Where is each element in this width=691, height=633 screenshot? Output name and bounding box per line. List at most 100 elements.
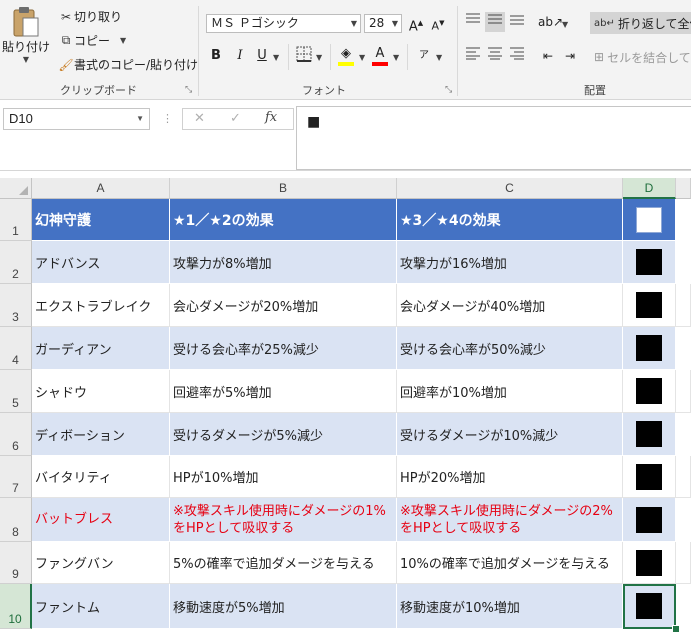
italic-button[interactable]: I: [230, 46, 250, 66]
cell-e[interactable]: [676, 498, 691, 542]
cell-b[interactable]: ★1／★2の効果: [170, 199, 397, 241]
cell-d[interactable]: [623, 241, 676, 284]
cell-e[interactable]: [676, 370, 691, 413]
fill-handle[interactable]: [672, 625, 680, 633]
cell-d[interactable]: [623, 199, 676, 241]
cell-e[interactable]: [676, 199, 691, 241]
chevron-down-icon[interactable]: ▼: [436, 53, 442, 62]
cell-b[interactable]: 会心ダメージが20%増加: [170, 284, 397, 327]
cell-a[interactable]: ガーディアン: [32, 327, 170, 370]
row-header[interactable]: 2: [0, 241, 32, 284]
align-top-button[interactable]: [463, 12, 483, 32]
formula-input[interactable]: ■: [296, 106, 691, 170]
row-header[interactable]: 10: [0, 584, 32, 629]
chevron-down-icon[interactable]: ▼: [316, 53, 322, 62]
cell-a[interactable]: ディボーション: [32, 413, 170, 456]
cell-b[interactable]: ※攻撃スキル使用時にダメージの1%をHPとして吸収する: [170, 498, 397, 542]
cancel-icon[interactable]: ✕: [194, 111, 205, 126]
cut-button[interactable]: ✂ 切り取り: [58, 8, 122, 25]
cell-b[interactable]: 5%の確率で追加ダメージを与える: [170, 542, 397, 584]
merge-center-button[interactable]: ⊞ セルを結合して中: [590, 46, 691, 68]
dialog-launcher-icon[interactable]: ⤡: [445, 85, 452, 95]
font-size-combo[interactable]: 28 ▼: [364, 14, 402, 33]
border-button[interactable]: [294, 46, 314, 66]
decrease-indent-button[interactable]: ⇤: [538, 46, 558, 66]
cell-c[interactable]: 移動速度が10%増加: [397, 584, 623, 629]
cell-c[interactable]: 10%の確率で追加ダメージを与える: [397, 542, 623, 584]
shrink-font-button[interactable]: A▼: [428, 13, 448, 33]
chevron-down-icon[interactable]: ▼: [393, 53, 399, 62]
grow-font-button[interactable]: A▲: [406, 13, 426, 34]
underline-button[interactable]: U: [252, 46, 272, 66]
cell-e[interactable]: [676, 413, 691, 456]
cell-c[interactable]: ★3／★4の効果: [397, 199, 623, 241]
orientation-button[interactable]: ab↗: [538, 12, 563, 32]
align-right-button[interactable]: [507, 46, 527, 66]
chevron-down-icon[interactable]: ▼: [562, 20, 568, 29]
chevron-down-icon[interactable]: ▼: [359, 53, 365, 62]
font-name-combo[interactable]: ＭＳ Ｐゴシック ▼: [206, 14, 361, 33]
row-header[interactable]: 6: [0, 413, 32, 456]
name-box[interactable]: D10 ▼: [3, 108, 150, 130]
column-header-b[interactable]: B: [170, 178, 397, 199]
row-header[interactable]: 8: [0, 498, 32, 542]
font-color-button[interactable]: A: [370, 44, 390, 66]
cell-e[interactable]: [676, 456, 691, 498]
more-options-icon[interactable]: ⋮: [162, 112, 173, 125]
cell-e[interactable]: [676, 284, 691, 327]
cell-d[interactable]: [623, 456, 676, 498]
column-header-a[interactable]: A: [32, 178, 170, 199]
cell-a[interactable]: エクストラブレイク: [32, 284, 170, 327]
row-header[interactable]: 5: [0, 370, 32, 413]
row-header[interactable]: 3: [0, 284, 32, 327]
cell-d[interactable]: [623, 413, 676, 456]
cell-c[interactable]: 受ける会心率が50%減少: [397, 327, 623, 370]
cell-c[interactable]: 回避率が10%増加: [397, 370, 623, 413]
align-middle-button[interactable]: [485, 12, 505, 32]
cell-b[interactable]: 攻撃力が8%増加: [170, 241, 397, 284]
row-header[interactable]: 9: [0, 542, 32, 584]
cell-d[interactable]: [623, 542, 676, 584]
paste-button[interactable]: 貼り付け ▼: [2, 6, 50, 72]
cell-e[interactable]: [676, 327, 691, 370]
increase-indent-button[interactable]: ⇥: [560, 46, 580, 66]
dialog-launcher-icon[interactable]: ⤡: [185, 85, 192, 95]
column-header-e[interactable]: [676, 178, 691, 199]
cell-c[interactable]: 会心ダメージが40%増加: [397, 284, 623, 327]
fill-color-button[interactable]: ◈: [336, 44, 356, 66]
select-all-button[interactable]: [0, 178, 32, 199]
cell-a[interactable]: バイタリティ: [32, 456, 170, 498]
row-header[interactable]: 4: [0, 327, 32, 370]
column-header-c[interactable]: C: [397, 178, 623, 199]
cell-a[interactable]: ファングバン: [32, 542, 170, 584]
enter-icon[interactable]: ✓: [230, 111, 241, 126]
cell-e[interactable]: [676, 241, 691, 284]
insert-function-icon[interactable]: fx: [265, 110, 277, 125]
cell-a[interactable]: アドバンス: [32, 241, 170, 284]
cell-d[interactable]: [623, 498, 676, 542]
row-header[interactable]: 7: [0, 456, 32, 498]
cell-a[interactable]: バットブレス: [32, 498, 170, 542]
cell-b[interactable]: HPが10%増加: [170, 456, 397, 498]
cell-d[interactable]: [623, 284, 676, 327]
wrap-text-button[interactable]: ab↵ 折り返して全体を: [590, 12, 691, 34]
cell-a[interactable]: シャドウ: [32, 370, 170, 413]
align-bottom-button[interactable]: [507, 12, 527, 32]
cell-b[interactable]: 移動速度が5%増加: [170, 584, 397, 629]
chevron-down-icon[interactable]: ▼: [273, 53, 279, 62]
bold-button[interactable]: B: [206, 46, 226, 66]
cell-b[interactable]: 受けるダメージが5%減少: [170, 413, 397, 456]
cell-c[interactable]: 受けるダメージが10%減少: [397, 413, 623, 456]
cell-b[interactable]: 回避率が5%増加: [170, 370, 397, 413]
cell-e[interactable]: [676, 542, 691, 584]
cell-b[interactable]: 受ける会心率が25%減少: [170, 327, 397, 370]
row-header[interactable]: 1: [0, 199, 32, 241]
cell-a[interactable]: ファントム: [32, 584, 170, 629]
column-header-d[interactable]: D: [623, 178, 676, 199]
cell-d[interactable]: [623, 370, 676, 413]
cell-c[interactable]: HPが20%増加: [397, 456, 623, 498]
copy-button[interactable]: ⧉ コピー ▼: [58, 32, 126, 49]
cell-a[interactable]: 幻神守護: [32, 199, 170, 241]
align-center-button[interactable]: [485, 46, 505, 66]
align-left-button[interactable]: [463, 46, 483, 66]
